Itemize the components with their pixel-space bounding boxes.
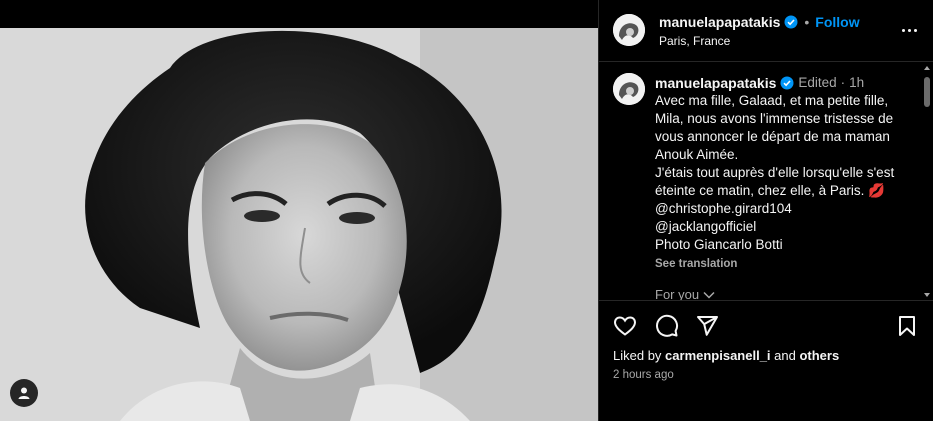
post-author: manuelapapatakis • Follow xyxy=(659,14,860,30)
edited-label: Edited xyxy=(798,75,837,90)
likes-middle: and xyxy=(770,348,800,363)
caption-username[interactable]: manuelapapatakis xyxy=(655,74,776,92)
post-header: manuelapapatakis • Follow Paris, France xyxy=(599,0,933,62)
post-caption: manuelapapatakis Edited · 1h Avec ma fil… xyxy=(655,74,917,273)
verified-badge-icon xyxy=(784,15,798,29)
likes-others-link[interactable]: others xyxy=(799,348,839,363)
caption-line: vous annoncer le départ de ma maman xyxy=(655,129,890,144)
caption-line: J'étais tout auprès d'elle lorsqu'elle s… xyxy=(655,165,895,180)
avatar[interactable] xyxy=(613,14,645,46)
bookmark-icon[interactable] xyxy=(893,312,921,340)
post-location[interactable]: Paris, France xyxy=(659,34,730,48)
scroll-down-arrow-icon[interactable] xyxy=(924,293,930,297)
likes-summary: Liked by carmenpisanell_i and others xyxy=(613,348,839,363)
follow-button[interactable]: Follow xyxy=(815,14,859,30)
actions-divider xyxy=(599,300,933,301)
comments-section: manuelapapatakis Edited · 1h Avec ma fil… xyxy=(599,63,933,300)
caption-header: manuelapapatakis Edited · 1h xyxy=(655,74,917,92)
post-media xyxy=(0,0,598,421)
caption-line: Mila, nous avons l'immense tristesse de xyxy=(655,111,894,126)
caption-time: 1h xyxy=(849,75,865,90)
post-actions xyxy=(599,312,933,340)
separator-dot: • xyxy=(804,14,810,30)
heart-icon[interactable] xyxy=(611,312,639,340)
portrait-image xyxy=(0,28,598,421)
for-you-toggle[interactable]: For you xyxy=(655,287,715,300)
caption-line: éteinte ce matin, chez elle, à Paris. 💋 xyxy=(655,183,885,198)
liker-username[interactable]: carmenpisanell_i xyxy=(665,348,771,363)
mention-link[interactable]: @christophe.girard104 xyxy=(655,200,917,218)
scroll-up-arrow-icon[interactable] xyxy=(924,66,930,70)
for-you-label: For you xyxy=(655,287,700,300)
post-sidebar: manuelapapatakis • Follow Paris, France … xyxy=(599,0,933,421)
post-photo[interactable] xyxy=(0,28,598,421)
see-translation-link[interactable]: See translation xyxy=(655,255,917,273)
separator-dot: · xyxy=(840,75,846,90)
caption-line: Anouk Aimée. xyxy=(655,147,739,162)
mention-link[interactable]: @jacklangofficiel xyxy=(655,218,917,236)
caption-line: Photo Giancarlo Botti xyxy=(655,237,783,252)
user-tag-icon[interactable] xyxy=(10,379,38,407)
comment-icon[interactable] xyxy=(653,312,681,340)
scrollbar-thumb[interactable] xyxy=(924,77,930,107)
verified-badge-icon xyxy=(780,76,794,90)
more-options-icon[interactable] xyxy=(899,20,919,40)
caption-avatar[interactable] xyxy=(613,73,645,105)
author-username[interactable]: manuelapapatakis xyxy=(659,14,780,30)
likes-prefix: Liked by xyxy=(613,348,666,363)
send-icon[interactable] xyxy=(693,312,721,340)
caption-line: Avec ma fille, Galaad, et ma petite fill… xyxy=(655,93,889,108)
chevron-down-icon xyxy=(703,291,715,299)
post-timestamp[interactable]: 2 hours ago xyxy=(613,369,674,381)
